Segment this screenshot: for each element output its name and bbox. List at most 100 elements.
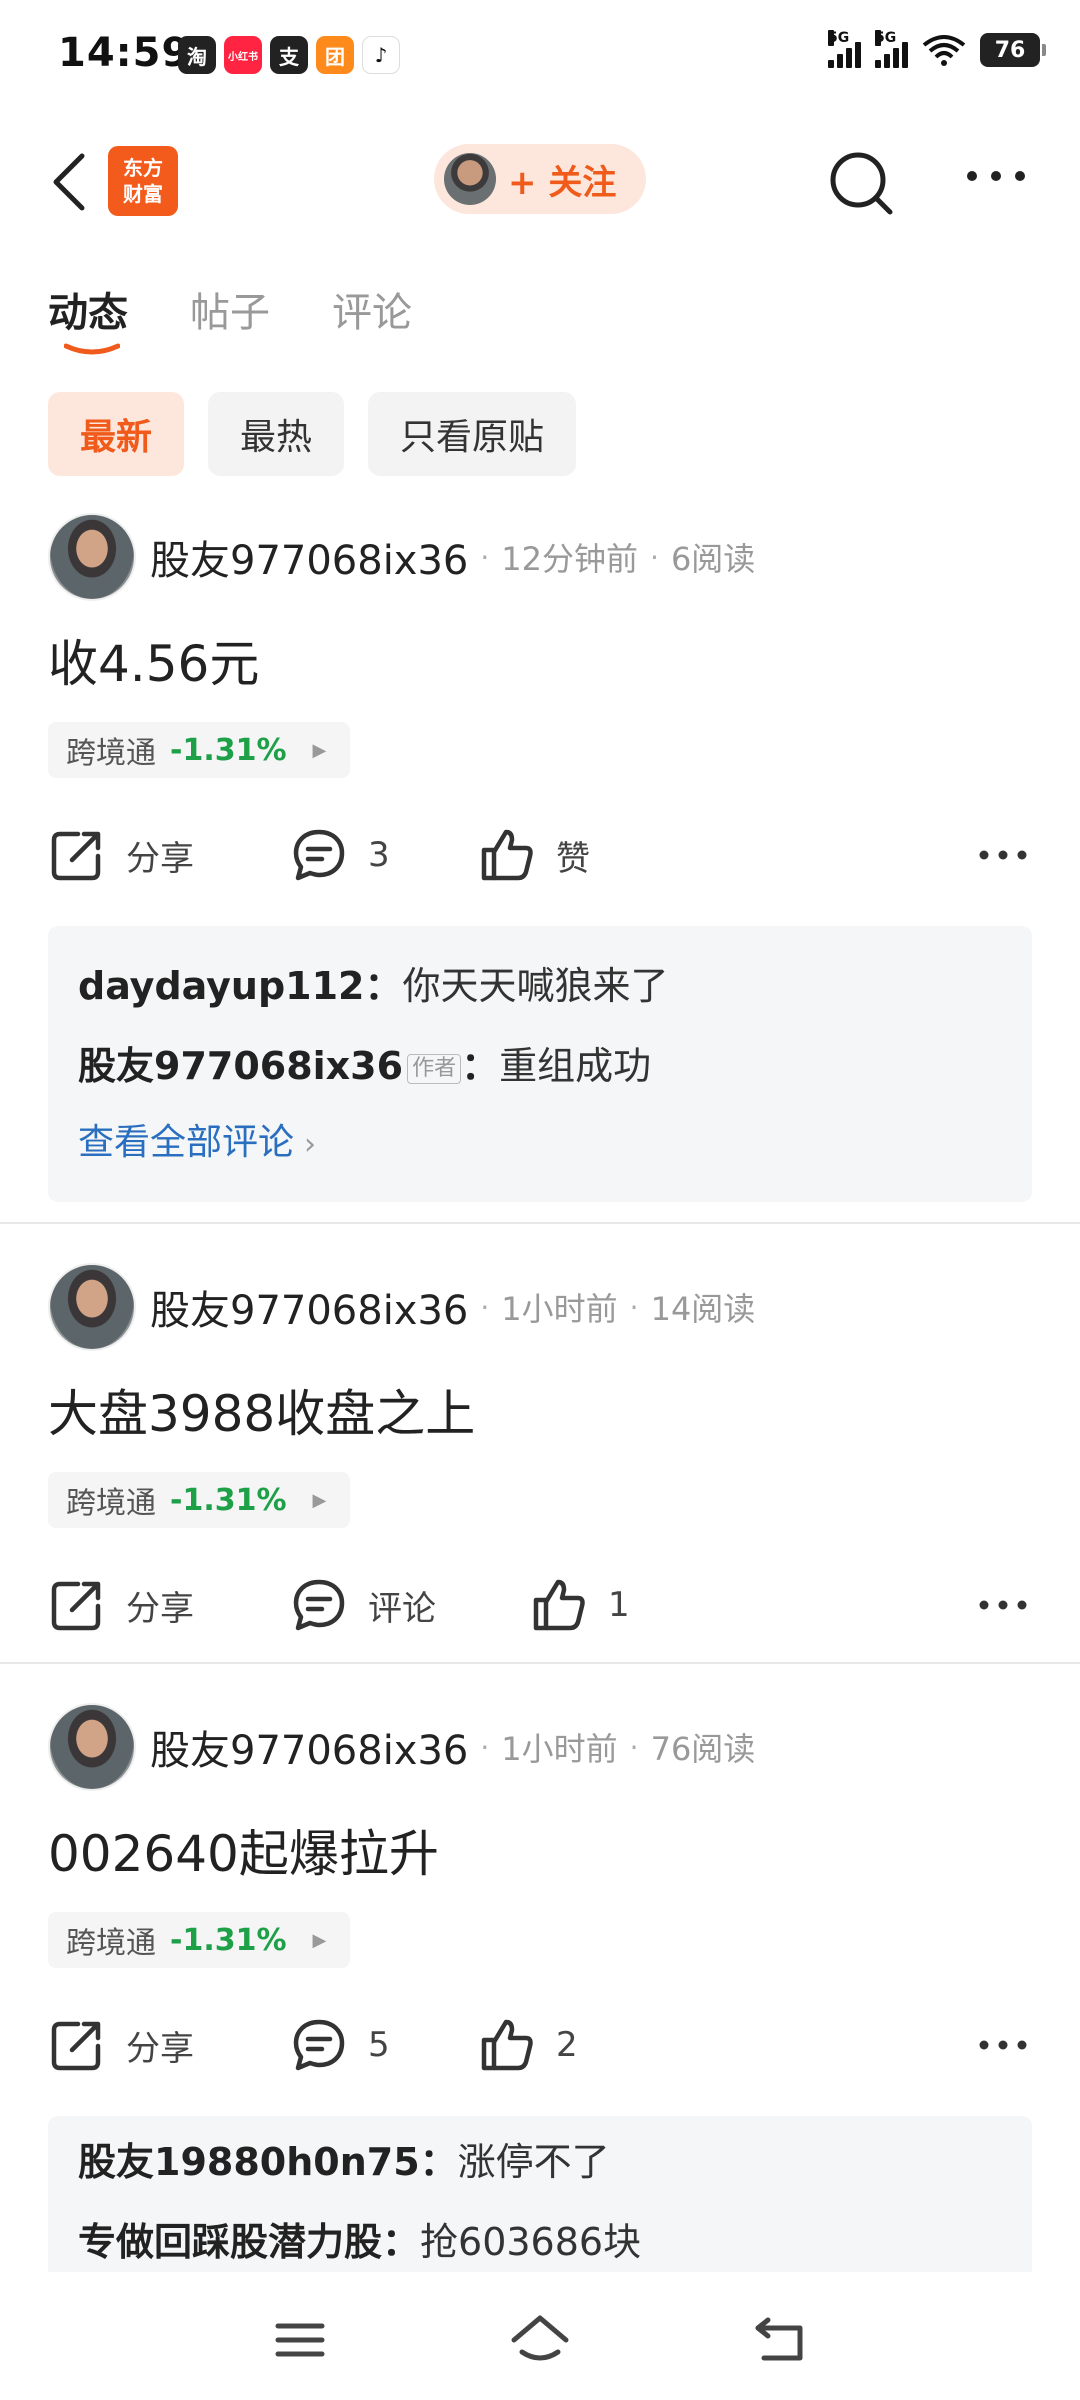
meituan-icon: 团 bbox=[316, 36, 354, 74]
stock-tag[interactable]: 跨境通 -1.31% ▶ bbox=[48, 1912, 350, 1968]
back-arrow-icon[interactable] bbox=[44, 150, 100, 214]
share-icon bbox=[51, 2021, 101, 2071]
post-reads: 14阅读 bbox=[650, 1290, 756, 1328]
xiaohongshu-icon: 小红书 bbox=[224, 36, 262, 74]
stock-change: -1.31% bbox=[170, 1922, 287, 1958]
comment-author[interactable]: 股友977068ix36 bbox=[78, 1044, 403, 1088]
top-header: 东方 财富 + 关注 bbox=[0, 120, 1080, 240]
thumbs-up-icon bbox=[533, 1579, 585, 1631]
comment-item: 股友977068ix36 作者 ：重组成功 bbox=[78, 1044, 652, 1088]
avatar[interactable] bbox=[48, 1703, 136, 1791]
like-button[interactable]: 2 bbox=[478, 2010, 578, 2080]
filter-latest[interactable]: 最新 bbox=[48, 392, 185, 476]
follow-button[interactable]: + 关注 bbox=[434, 144, 646, 214]
post-time: 12分钟前 bbox=[501, 540, 639, 578]
tab-dynamic[interactable]: 动态 bbox=[48, 280, 128, 355]
stock-name: 跨境通 bbox=[66, 736, 156, 771]
comment-item: daydayup112：你天天喊狼来了 bbox=[78, 964, 669, 1008]
system-icons: 5G 5G 76 bbox=[828, 30, 1046, 68]
post-reads: 6阅读 bbox=[670, 540, 756, 578]
stock-name: 跨境通 bbox=[66, 1486, 156, 1521]
comment-author[interactable]: daydayup112 bbox=[78, 964, 364, 1008]
thumbs-up-icon bbox=[481, 2019, 533, 2071]
post-actions: 分享 3 赞 bbox=[48, 820, 1032, 890]
stock-change: -1.31% bbox=[170, 732, 287, 768]
comment-icon bbox=[293, 1579, 345, 1631]
post-username[interactable]: 股友977068ix36 bbox=[150, 1278, 468, 1336]
wifi-icon bbox=[922, 35, 966, 66]
stock-change: -1.31% bbox=[170, 1482, 287, 1518]
comment-preview[interactable]: 股友19880h0n75：涨停不了 专做回踩股潜力股：抢603686块 bbox=[48, 2116, 1032, 2272]
view-all-comments-link[interactable]: 查看全部评论 › bbox=[78, 1106, 1002, 1182]
comment-author[interactable]: 股友19880h0n75 bbox=[78, 2140, 420, 2184]
post-item[interactable]: 股友977068ix36 · 1小时前 · 14阅读 大盘3988收盘之上 跨境… bbox=[0, 1262, 1080, 1662]
divider bbox=[0, 1662, 1080, 1664]
comment-text: 你天天喊狼来了 bbox=[402, 964, 669, 1008]
avatar[interactable] bbox=[48, 513, 136, 601]
play-arrow-icon: ▶ bbox=[312, 1929, 327, 1951]
share-button[interactable]: 分享 bbox=[48, 2010, 194, 2080]
post-username[interactable]: 股友977068ix36 bbox=[150, 1718, 468, 1776]
post-actions: 分享 5 2 bbox=[48, 2010, 1032, 2080]
divider bbox=[0, 1222, 1080, 1224]
stock-tag[interactable]: 跨境通 -1.31% ▶ bbox=[48, 722, 350, 778]
taobao-icon: 淘 bbox=[178, 36, 216, 74]
play-arrow-icon: ▶ bbox=[312, 739, 327, 761]
status-bar: 14:59 淘 小红书 支 团 ♪ 5G 5G 76 bbox=[0, 0, 1080, 110]
avatar bbox=[444, 153, 496, 205]
like-button[interactable]: 1 bbox=[530, 1570, 630, 1640]
signal-icon: 5G bbox=[828, 30, 861, 68]
share-button[interactable]: 分享 bbox=[48, 820, 194, 890]
stock-tag[interactable]: 跨境通 -1.31% ▶ bbox=[48, 1472, 350, 1528]
system-nav-bar bbox=[0, 2272, 1080, 2400]
post-content[interactable]: 002640起爆拉升 bbox=[48, 1814, 439, 1886]
comment-icon bbox=[293, 829, 345, 881]
filter-hot[interactable]: 最热 bbox=[208, 392, 345, 476]
active-tab-indicator bbox=[64, 343, 120, 355]
home-icon[interactable] bbox=[510, 2312, 570, 2368]
chevron-right-icon: › bbox=[304, 1127, 317, 1162]
avatar[interactable] bbox=[48, 1263, 136, 1351]
post-time: 1小时前 bbox=[501, 1290, 618, 1328]
comment-preview[interactable]: daydayup112：你天天喊狼来了 股友977068ix36 作者 ：重组成功 … bbox=[48, 926, 1032, 1202]
share-icon bbox=[51, 1581, 101, 1631]
eastmoney-logo: 东方 财富 bbox=[108, 146, 178, 216]
notification-icons: 淘 小红书 支 团 ♪ bbox=[178, 36, 400, 74]
post-time: 1小时前 bbox=[501, 1730, 618, 1768]
filter-original-only[interactable]: 只看原贴 bbox=[368, 392, 577, 476]
comment-icon bbox=[293, 2019, 345, 2071]
post-content[interactable]: 大盘3988收盘之上 bbox=[48, 1374, 475, 1446]
post-more-button[interactable] bbox=[974, 2010, 1032, 2080]
status-time: 14:59 bbox=[58, 30, 191, 76]
tab-comments[interactable]: 评论 bbox=[332, 280, 412, 338]
comment-button[interactable]: 3 bbox=[290, 820, 390, 890]
comment-text: 涨停不了 bbox=[457, 2140, 610, 2184]
comment-text: 抢603686块 bbox=[420, 2220, 642, 2264]
thumbs-up-icon bbox=[481, 829, 533, 881]
tab-posts[interactable]: 帖子 bbox=[190, 280, 270, 338]
follow-label: + 关注 bbox=[508, 162, 617, 203]
filter-chips: 最新 最热 只看原贴 bbox=[48, 392, 577, 476]
share-icon bbox=[51, 831, 101, 881]
post-content[interactable]: 收4.56元 bbox=[48, 624, 259, 696]
author-badge: 作者 bbox=[407, 1053, 462, 1084]
post-item[interactable]: 股友977068ix36 · 12分钟前 · 6阅读 收4.56元 跨境通 -1… bbox=[0, 512, 1080, 1202]
comment-button[interactable]: 评论 bbox=[290, 1570, 436, 1640]
more-options-icon[interactable] bbox=[960, 156, 1032, 196]
post-more-button[interactable] bbox=[974, 1570, 1032, 1640]
profile-tabs: 动态 帖子 评论 bbox=[48, 280, 412, 355]
post-item[interactable]: 股友977068ix36 · 1小时前 · 76阅读 002640起爆拉升 跨境… bbox=[0, 1702, 1080, 2272]
comment-button[interactable]: 5 bbox=[290, 2010, 390, 2080]
like-button[interactable]: 赞 bbox=[478, 820, 590, 890]
menu-icon[interactable] bbox=[270, 2312, 330, 2368]
post-actions: 分享 评论 1 bbox=[48, 1570, 1032, 1640]
post-more-button[interactable] bbox=[974, 820, 1032, 890]
comment-item: 股友19880h0n75：涨停不了 bbox=[78, 2140, 610, 2184]
tiktok-icon: ♪ bbox=[362, 36, 400, 74]
share-button[interactable]: 分享 bbox=[48, 1570, 194, 1640]
back-nav-icon[interactable] bbox=[750, 2312, 810, 2368]
post-meta: 股友977068ix36 · 1小时前 · 76阅读 bbox=[48, 1702, 755, 1792]
comment-author[interactable]: 专做回踩股潜力股 bbox=[78, 2220, 382, 2264]
post-username[interactable]: 股友977068ix36 bbox=[150, 528, 468, 586]
search-icon[interactable] bbox=[826, 148, 898, 220]
